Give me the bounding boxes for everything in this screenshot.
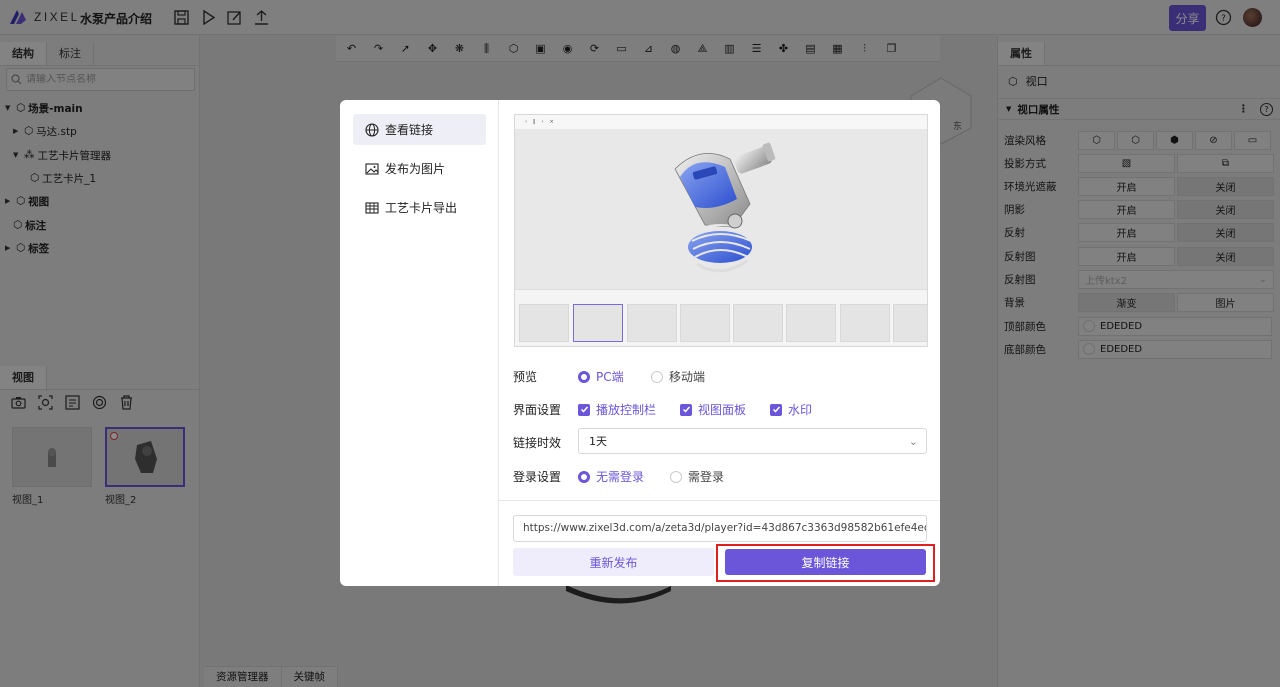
preview-thumb — [786, 304, 836, 342]
preview-scene — [515, 129, 927, 289]
radio-mobile[interactable]: 移动端 — [651, 368, 705, 385]
preview-thumb — [680, 304, 730, 342]
radio-dot[interactable] — [651, 370, 663, 383]
radio-need-login[interactable]: 需登录 — [670, 468, 724, 485]
checkbox-watermark[interactable]: 水印 — [770, 401, 812, 418]
radio-label: 移动端 — [669, 370, 706, 384]
checkbox-label: 视图面板 — [698, 403, 747, 417]
checkbox-checked[interactable] — [770, 403, 782, 416]
menu-label: 工艺卡片导出 — [385, 201, 458, 215]
checkbox-play-controls[interactable]: 播放控制栏 — [578, 401, 656, 418]
select-value: 1天 — [589, 435, 607, 448]
close-icon: × — [549, 119, 554, 125]
share-modal: 查看链接 发布为图片 工艺卡片导出 ‹ ‖ › × 预览 PC端 移动端 界面设… — [340, 100, 940, 586]
checkbox-label: 水印 — [788, 403, 813, 417]
radio-dot-selected[interactable] — [578, 470, 590, 483]
preview-thumb — [893, 304, 927, 342]
ui-settings-label: 界面设置 — [513, 403, 562, 417]
prev-icon: ‹ — [525, 119, 527, 125]
table-icon — [365, 201, 379, 214]
login-settings-label: 登录设置 — [513, 470, 562, 484]
share-link-field[interactable]: https://www.zixel3d.com/a/zeta3d/player?… — [513, 515, 927, 542]
radio-dot[interactable] — [670, 470, 682, 483]
radio-no-login[interactable]: 无需登录 — [578, 468, 644, 485]
checkbox-view-panel[interactable]: 视图面板 — [680, 401, 746, 418]
copy-link-button[interactable]: 复制链接 — [725, 549, 926, 575]
radio-label: 无需登录 — [596, 470, 645, 484]
menu-label: 查看链接 — [385, 123, 434, 137]
expiry-select[interactable]: 1天 ⌄ — [578, 428, 927, 454]
pump-render — [674, 142, 776, 273]
expiry-label: 链接时效 — [513, 436, 562, 450]
image-icon — [365, 162, 379, 175]
menu-label: 发布为图片 — [385, 162, 446, 176]
link-preview: ‹ ‖ › × — [514, 114, 928, 347]
checkbox-label: 播放控制栏 — [596, 403, 657, 417]
radio-pc[interactable]: PC端 — [578, 368, 624, 385]
menu-view-link[interactable]: 查看链接 — [353, 114, 486, 145]
preview-label: 预览 — [513, 370, 538, 384]
republish-button[interactable]: 重新发布 — [513, 548, 714, 576]
radio-dot-selected[interactable] — [578, 370, 590, 383]
modal-menu: 查看链接 发布为图片 工艺卡片导出 — [340, 100, 499, 586]
preview-player-bar: ‹ ‖ › × — [515, 115, 927, 129]
menu-publish-image[interactable]: 发布为图片 — [353, 153, 486, 184]
checkbox-checked[interactable] — [680, 403, 692, 416]
preview-thumb — [519, 304, 569, 342]
radio-label: PC端 — [596, 370, 624, 384]
preview-thumb — [840, 304, 890, 342]
globe-icon — [365, 122, 379, 137]
preview-thumb-selected — [573, 304, 623, 342]
menu-export-card[interactable]: 工艺卡片导出 — [353, 192, 486, 223]
preview-thumb — [627, 304, 677, 342]
preview-thumb — [733, 304, 783, 342]
pause-icon: ‖ — [533, 119, 536, 125]
chevron-down-icon: ⌄ — [908, 434, 918, 448]
next-icon: › — [541, 119, 544, 125]
preview-view-strip — [515, 289, 927, 346]
radio-label: 需登录 — [688, 470, 725, 484]
checkbox-checked[interactable] — [578, 403, 590, 416]
divider — [499, 500, 940, 501]
